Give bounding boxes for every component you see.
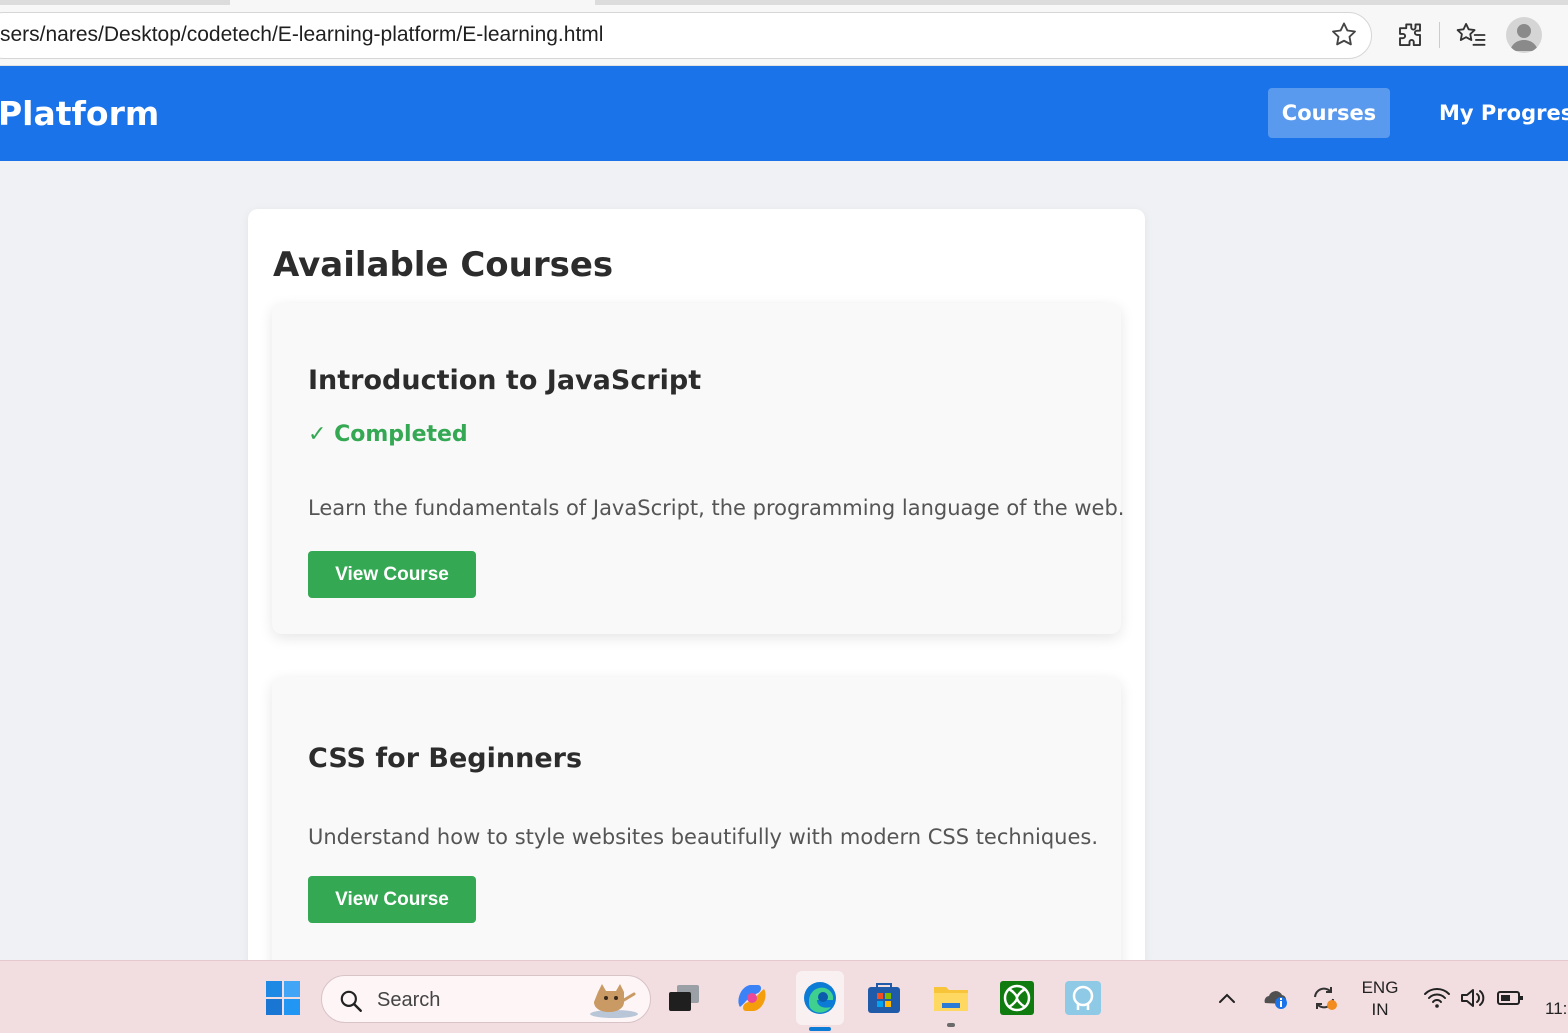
favorites-icon[interactable] <box>1455 20 1487 50</box>
course-description: Learn the fundamentals of JavaScript, th… <box>308 496 1125 520</box>
volume-icon[interactable] <box>1458 983 1488 1013</box>
store-icon[interactable] <box>862 975 906 1021</box>
course-description: Understand how to style websites beautif… <box>308 825 1099 849</box>
language-code: ENG <box>1361 978 1399 997</box>
site-brand[interactable]: Platform <box>0 94 159 133</box>
view-course-button[interactable]: View Course <box>308 876 476 923</box>
xbox-icon[interactable] <box>995 975 1039 1021</box>
region-code: IN <box>1371 1000 1389 1019</box>
site-header: Platform Courses My Progress <box>0 66 1568 161</box>
file-explorer-icon[interactable] <box>929 975 973 1027</box>
clock[interactable]: 11: <box>1545 999 1567 1019</box>
search-icon <box>340 990 362 1012</box>
browser-toolbar: sers/nares/Desktop/codetech/E-learning-p… <box>0 0 1568 66</box>
task-view-icon[interactable] <box>662 975 706 1021</box>
wifi-icon[interactable] <box>1422 983 1452 1013</box>
language-indicator[interactable]: ENG IN <box>1358 977 1402 1021</box>
nav-courses[interactable]: Courses <box>1268 88 1390 138</box>
search-highlight-icon <box>590 984 638 1018</box>
url-text[interactable]: sers/nares/Desktop/codetech/E-learning-p… <box>0 23 603 47</box>
copilot-icon[interactable] <box>730 975 774 1021</box>
windows-start-icon[interactable] <box>264 979 302 1017</box>
course-card: Introduction to JavaScript ✓ Completed L… <box>272 303 1125 634</box>
chevron-up-icon[interactable] <box>1214 987 1240 1009</box>
battery-icon[interactable] <box>1495 983 1525 1013</box>
page-title: Available Courses <box>273 245 614 285</box>
taskbar: Search ENG IN 11: <box>0 960 1568 1033</box>
search-placeholder: Search <box>377 989 441 1011</box>
view-course-button[interactable]: View Course <box>308 551 476 598</box>
extensions-icon[interactable] <box>1395 20 1425 50</box>
update-icon[interactable] <box>1309 983 1339 1013</box>
taskbar-search[interactable]: Search <box>321 975 651 1023</box>
profile-avatar-icon[interactable] <box>1506 17 1542 53</box>
edge-icon[interactable] <box>796 971 844 1031</box>
course-card: CSS for Beginners Understand how to styl… <box>272 677 1121 969</box>
onedrive-icon[interactable] <box>1261 983 1291 1013</box>
courses-panel: Available Courses Introduction to JavaSc… <box>248 209 1145 969</box>
favorite-star-icon[interactable] <box>1329 20 1359 50</box>
course-title: CSS for Beginners <box>308 743 583 774</box>
toolbar-divider <box>1439 22 1440 48</box>
nav-my-progress[interactable]: My Progress <box>1439 88 1568 138</box>
tab-strip <box>0 0 1568 5</box>
course-title: Introduction to JavaScript <box>308 365 702 396</box>
completed-badge: ✓ Completed <box>308 422 468 447</box>
app-icon[interactable] <box>1061 975 1105 1021</box>
